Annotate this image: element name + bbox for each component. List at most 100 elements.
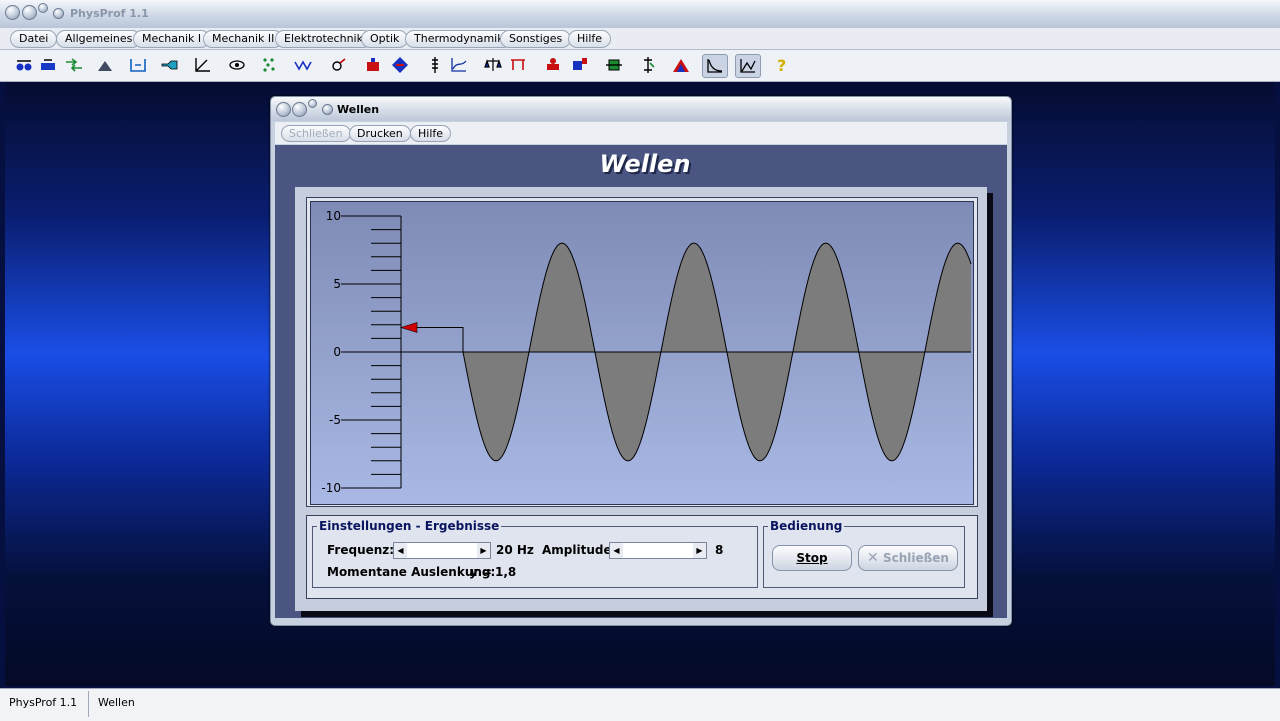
- eye-icon: [229, 60, 245, 70]
- frequency-slider[interactable]: ◀ ▶: [393, 542, 491, 559]
- menubar: Datei Allgemeines Mechanik I Mechanik II…: [0, 28, 1280, 50]
- graph-icon: [740, 59, 756, 73]
- decay-icon: [707, 59, 723, 73]
- svg-text:?: ?: [777, 56, 786, 75]
- toolbar-magnet-button[interactable]: [361, 54, 385, 76]
- settings-group: Einstellungen - Ergebnisse Frequenz: ◀ ▶…: [312, 519, 758, 588]
- result-value: 1,8: [495, 565, 517, 579]
- balls-icon: [16, 60, 32, 71]
- lever-icon: [511, 59, 525, 70]
- toolbar-decay-button[interactable]: [702, 54, 728, 78]
- plot-frame: 10 5 0 -5 -10: [306, 197, 978, 507]
- y-tick-label: -10: [321, 481, 341, 495]
- y-tick-label: 0: [333, 345, 341, 359]
- page-title: Wellen: [599, 150, 691, 178]
- window-title: Wellen: [337, 103, 380, 116]
- menu-mechanik-1[interactable]: Mechanik I: [133, 30, 211, 48]
- magnet-icon: [367, 58, 379, 71]
- menu-thermodynamik[interactable]: Thermodynamik: [405, 30, 513, 48]
- stop-button[interactable]: Stop: [772, 545, 852, 571]
- y-tick-label: 5: [333, 277, 341, 291]
- controls-frame: Einstellungen - Ergebnisse Frequenz: ◀ ▶…: [306, 515, 978, 599]
- status-app: PhysProf 1.1: [9, 696, 78, 709]
- amplitude-value: 8: [715, 543, 724, 557]
- toolbar-vehicle-button[interactable]: [36, 54, 60, 76]
- toolbar-curve-button[interactable]: [447, 54, 471, 76]
- frequency-decrease-icon[interactable]: ◀: [394, 543, 407, 558]
- cart-icon: [547, 58, 559, 70]
- scale-icon: [130, 59, 146, 72]
- toolbar-lever-button[interactable]: [506, 54, 530, 76]
- y-tick-label: 10: [326, 209, 341, 223]
- atom-icon: [332, 58, 346, 71]
- window-minimize-button[interactable]: [292, 102, 307, 117]
- close-x-icon: ✕: [867, 550, 879, 566]
- pipe-icon: [161, 60, 178, 70]
- toolbar-coil-button[interactable]: [602, 54, 626, 76]
- toolbar-charge-button[interactable]: [388, 54, 412, 76]
- toolbar-zigzag-button[interactable]: [291, 54, 315, 76]
- wave-chart: 10 5 0 -5 -10: [321, 209, 972, 495]
- app-titlebar: PhysProf 1.1: [0, 0, 1280, 29]
- toolbar-scale-button[interactable]: [126, 54, 150, 76]
- charge-icon: [392, 57, 408, 73]
- window-close-button[interactable]: [276, 102, 291, 117]
- toolbar-vessel-button[interactable]: [567, 54, 591, 76]
- zigzag-icon: [294, 60, 312, 71]
- marker-connector: [415, 327, 464, 352]
- deflection-marker-icon: [399, 322, 418, 333]
- amplitude-increase-icon[interactable]: ▶: [693, 543, 706, 558]
- window-menu-hilfe[interactable]: Hilfe: [410, 125, 452, 142]
- close-button[interactable]: ✕ Schließen: [858, 545, 958, 571]
- toolbar-balls-button[interactable]: [12, 54, 36, 76]
- menu-datei[interactable]: Datei: [10, 30, 58, 48]
- toolbar-pipe-button[interactable]: [158, 54, 182, 76]
- toolbar-dots-button[interactable]: [258, 54, 282, 76]
- toolbar-lamp-button[interactable]: [636, 54, 660, 76]
- toolbar-spring-button[interactable]: [423, 54, 447, 76]
- frequency-label: Frequenz:: [327, 543, 395, 557]
- vessel-icon: [573, 58, 587, 70]
- menu-sonstiges[interactable]: Sonstiges: [500, 30, 572, 48]
- window-titlebar: Wellen: [271, 97, 1011, 121]
- spring-icon: [432, 57, 438, 73]
- close-window-button[interactable]: [5, 5, 20, 20]
- toolbar-cart-button[interactable]: [541, 54, 565, 76]
- toolbar-atom-button[interactable]: [326, 54, 350, 76]
- toolbar-spectrum-button[interactable]: [669, 54, 693, 76]
- window-maximize-button[interactable]: [308, 99, 317, 108]
- frequency-increase-icon[interactable]: ▶: [477, 543, 490, 558]
- operation-group: Bedienung Stop ✕ Schließen: [763, 519, 965, 588]
- window-system-button[interactable]: [322, 104, 333, 115]
- amplitude-slider[interactable]: ◀ ▶: [609, 542, 707, 559]
- app-title: PhysProf 1.1: [70, 7, 149, 20]
- menu-hilfe[interactable]: Hilfe: [568, 30, 612, 48]
- menu-mechanik-2[interactable]: Mechanik II: [203, 30, 284, 48]
- minimize-window-button[interactable]: [22, 5, 37, 20]
- menu-elektrotechnik[interactable]: Elektrotechnik: [275, 30, 372, 48]
- frequency-value: 20 Hz: [496, 543, 534, 557]
- toolbar-angle-button[interactable]: [191, 54, 215, 76]
- settings-legend: Einstellungen - Ergebnisse: [317, 519, 502, 533]
- window-menu-drucken[interactable]: Drucken: [349, 125, 411, 142]
- wellen-window: Wellen Schließen Drucken Hilfe Wellen 10…: [270, 96, 1012, 626]
- amplitude-decrease-icon[interactable]: ◀: [610, 543, 623, 558]
- result-variable: y =: [470, 565, 493, 579]
- menu-optik[interactable]: Optik: [361, 30, 409, 48]
- system-menu-button[interactable]: [53, 8, 64, 19]
- toolbar-help-button[interactable]: ?: [769, 54, 793, 76]
- window-menu-schliessen[interactable]: Schließen: [281, 125, 351, 142]
- toolbar-exchange-button[interactable]: [62, 54, 86, 76]
- toolbar-ramp-button[interactable]: [93, 54, 117, 76]
- toolbar-balance-button[interactable]: [481, 54, 505, 76]
- lamp-icon: [644, 57, 655, 73]
- angle-icon: [195, 58, 210, 72]
- toolbar-graph-button[interactable]: [735, 54, 761, 78]
- dots-icon: [263, 58, 275, 72]
- content-panel: 10 5 0 -5 -10 Einstellungen - Ergebnisse Fre…: [295, 187, 987, 611]
- maximize-window-button[interactable]: [38, 3, 48, 13]
- menu-allgemeines[interactable]: Allgemeines: [56, 30, 142, 48]
- toolbar-eye-button[interactable]: [225, 54, 249, 76]
- coil-icon: [606, 59, 622, 71]
- stop-button-label: Stop: [796, 551, 828, 565]
